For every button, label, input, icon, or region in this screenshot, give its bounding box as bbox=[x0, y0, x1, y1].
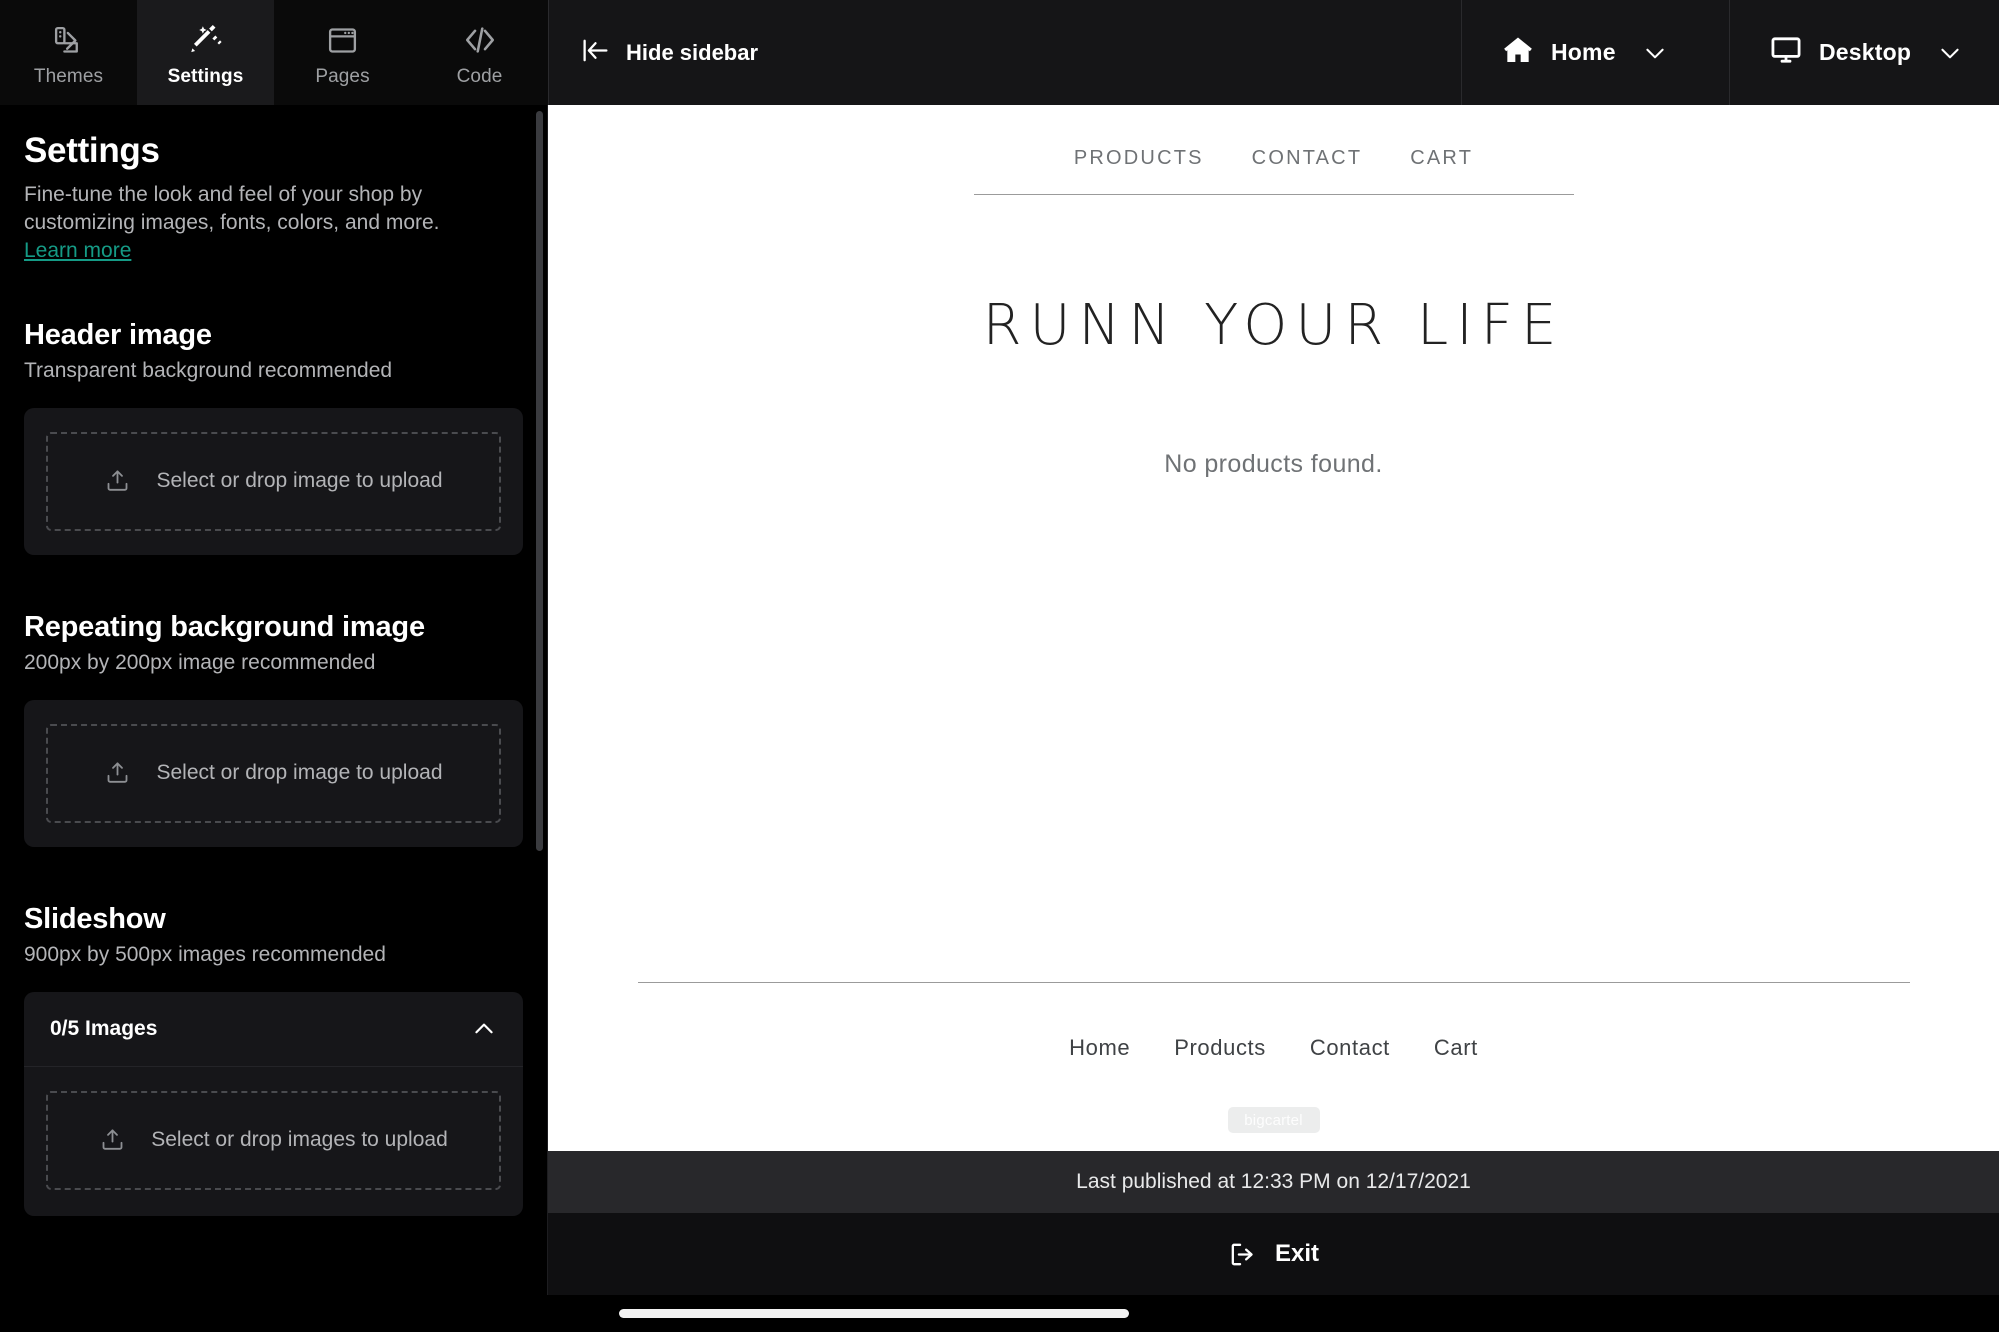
home-indicator-zone bbox=[0, 1295, 1999, 1332]
sidebar-scrollbar[interactable] bbox=[536, 111, 543, 851]
monitor-icon bbox=[1770, 34, 1802, 71]
header-image-dropzone-label: Select or drop image to upload bbox=[156, 469, 442, 493]
code-brackets-icon bbox=[463, 21, 497, 59]
tab-code-label: Code bbox=[457, 66, 503, 88]
settings-wand-icon bbox=[189, 21, 223, 59]
footer-link-contact[interactable]: Contact bbox=[1310, 1035, 1390, 1061]
tab-settings[interactable]: Settings bbox=[137, 0, 274, 105]
chevron-down-icon bbox=[1642, 40, 1668, 66]
slideshow-accordion: 0/5 Images bbox=[24, 992, 523, 1216]
page-title: Settings bbox=[24, 131, 523, 171]
shop-nav-cart[interactable]: CART bbox=[1410, 147, 1473, 170]
exit-bar: Exit bbox=[548, 1213, 1999, 1295]
repeating-background-dropzone-label: Select or drop image to upload bbox=[156, 761, 442, 785]
shop-top-nav: PRODUCTS CONTACT CART bbox=[974, 105, 1574, 195]
chevron-down-icon bbox=[1937, 40, 1963, 66]
header-image-dropzone[interactable]: Select or drop image to upload bbox=[46, 432, 501, 531]
shop-nav-products[interactable]: PRODUCTS bbox=[1074, 147, 1204, 170]
device-selector-label: Desktop bbox=[1819, 39, 1911, 66]
tab-pages[interactable]: Pages bbox=[274, 0, 411, 105]
footer-link-home[interactable]: Home bbox=[1069, 1035, 1130, 1061]
section-title-slideshow: Slideshow bbox=[24, 903, 523, 936]
settings-sidebar: Settings Fine-tune the look and feel of … bbox=[0, 105, 548, 1295]
repeating-background-card: Select or drop image to upload bbox=[24, 700, 523, 847]
slideshow-accordion-body: Select or drop images to upload bbox=[24, 1067, 523, 1216]
footer-link-products[interactable]: Products bbox=[1174, 1035, 1266, 1061]
home-icon bbox=[1502, 34, 1534, 71]
pages-window-icon bbox=[326, 21, 359, 59]
page-selector-dropdown[interactable]: Home bbox=[1461, 0, 1729, 105]
shop-footer-links: Home Products Contact Cart bbox=[548, 1035, 1999, 1061]
slideshow-image-count: 0/5 Images bbox=[50, 1017, 157, 1041]
header-image-card: Select or drop image to upload bbox=[24, 408, 523, 555]
editor-tool-tabs: Themes Settings bbox=[0, 0, 548, 105]
tab-settings-label: Settings bbox=[168, 66, 244, 88]
learn-more-link[interactable]: Learn more bbox=[24, 239, 131, 263]
bigcartel-badge[interactable]: bigcartel bbox=[1228, 1107, 1320, 1133]
shop-footer: Home Products Contact Cart bigcartel bbox=[548, 982, 1999, 1151]
section-subtitle-repeating-background: 200px by 200px image recommended bbox=[24, 651, 523, 675]
slideshow-dropzone-label: Select or drop images to upload bbox=[151, 1128, 448, 1152]
device-selector-dropdown[interactable]: Desktop bbox=[1729, 0, 1999, 105]
slideshow-accordion-header[interactable]: 0/5 Images bbox=[24, 992, 523, 1067]
exit-label: Exit bbox=[1275, 1240, 1319, 1268]
editor-body: Settings Fine-tune the look and feel of … bbox=[0, 105, 1999, 1295]
hide-sidebar-label: Hide sidebar bbox=[626, 40, 758, 66]
tab-themes-label: Themes bbox=[34, 66, 103, 88]
footer-divider bbox=[638, 982, 1910, 983]
hide-sidebar-zone: Hide sidebar bbox=[548, 0, 1461, 105]
top-bar: Themes Settings bbox=[0, 0, 1999, 105]
repeating-background-dropzone[interactable]: Select or drop image to upload bbox=[46, 724, 501, 823]
themes-palette-icon bbox=[52, 21, 85, 59]
hide-sidebar-button[interactable]: Hide sidebar bbox=[581, 36, 758, 70]
upload-icon bbox=[104, 760, 131, 787]
section-title-repeating-background: Repeating background image bbox=[24, 611, 523, 644]
exit-button[interactable]: Exit bbox=[1228, 1240, 1319, 1269]
theme-editor-app: Themes Settings bbox=[0, 0, 1999, 1332]
shop-preview: PRODUCTS CONTACT CART RUNN YOUR LIFE No … bbox=[548, 105, 1999, 1151]
arrow-left-to-line-icon bbox=[581, 36, 610, 70]
page-description: Fine-tune the look and feel of your shop… bbox=[24, 181, 489, 237]
page-selector-label: Home bbox=[1551, 39, 1616, 66]
publish-status-bar: Last published at 12:33 PM on 12/17/2021 bbox=[548, 1151, 1999, 1213]
section-title-header-image: Header image bbox=[24, 319, 523, 352]
upload-icon bbox=[99, 1127, 126, 1154]
section-subtitle-header-image: Transparent background recommended bbox=[24, 359, 523, 383]
tab-code[interactable]: Code bbox=[411, 0, 548, 105]
chevron-up-icon bbox=[471, 1016, 497, 1042]
shop-nav-contact[interactable]: CONTACT bbox=[1252, 147, 1363, 170]
slideshow-dropzone[interactable]: Select or drop images to upload bbox=[46, 1091, 501, 1190]
upload-icon bbox=[104, 468, 131, 495]
home-indicator[interactable] bbox=[619, 1309, 1129, 1318]
preview-column: PRODUCTS CONTACT CART RUNN YOUR LIFE No … bbox=[548, 105, 1999, 1295]
tab-themes[interactable]: Themes bbox=[0, 0, 137, 105]
section-subtitle-slideshow: 900px by 500px images recommended bbox=[24, 943, 523, 967]
shop-empty-message: No products found. bbox=[548, 450, 1999, 479]
shop-title: RUNN YOUR LIFE bbox=[548, 293, 1999, 358]
footer-link-cart[interactable]: Cart bbox=[1434, 1035, 1478, 1061]
last-published-text: Last published at 12:33 PM on 12/17/2021 bbox=[1076, 1170, 1471, 1194]
exit-logout-icon bbox=[1228, 1240, 1257, 1269]
tab-pages-label: Pages bbox=[315, 66, 369, 88]
